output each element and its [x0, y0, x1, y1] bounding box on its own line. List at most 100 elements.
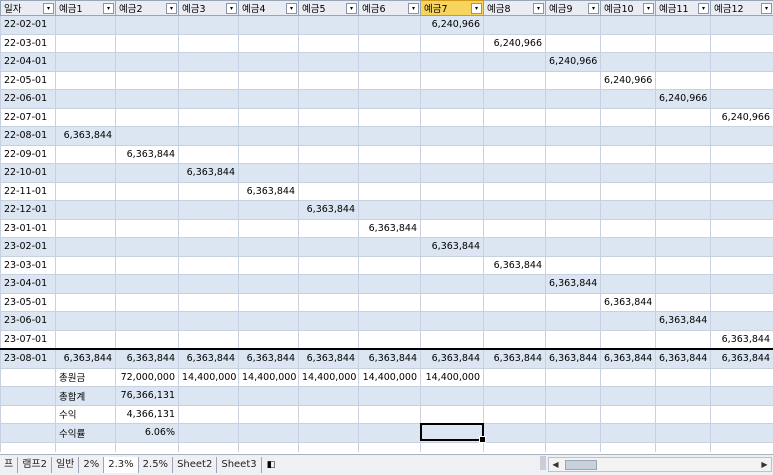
- amount-cell[interactable]: [299, 219, 359, 238]
- amount-cell[interactable]: [56, 330, 116, 349]
- filter-dropdown-icon[interactable]: ▾: [166, 3, 177, 14]
- summary-value-cell[interactable]: [179, 424, 239, 443]
- filter-dropdown-icon[interactable]: ▾: [43, 3, 54, 14]
- amount-cell[interactable]: [546, 108, 601, 127]
- amount-cell[interactable]: [601, 108, 656, 127]
- date-cell[interactable]: 22-10-01: [1, 164, 56, 183]
- amount-cell[interactable]: [601, 145, 656, 164]
- column-header-deposit-4[interactable]: 예금4▾: [239, 1, 299, 16]
- amount-cell[interactable]: [359, 16, 421, 35]
- amount-cell[interactable]: [56, 312, 116, 331]
- column-header-date[interactable]: 일자▾: [1, 1, 56, 16]
- summary-value-cell[interactable]: [299, 387, 359, 406]
- amount-cell[interactable]: [239, 275, 299, 294]
- amount-cell[interactable]: [484, 293, 546, 312]
- amount-cell[interactable]: [116, 127, 179, 146]
- summary-value-cell[interactable]: 14,400,000: [359, 368, 421, 387]
- amount-cell[interactable]: [656, 182, 711, 201]
- amount-cell[interactable]: [179, 238, 239, 257]
- amount-cell[interactable]: [359, 256, 421, 275]
- amount-cell[interactable]: [484, 71, 546, 90]
- amount-cell[interactable]: [546, 256, 601, 275]
- date-cell[interactable]: 23-01-01: [1, 219, 56, 238]
- amount-cell[interactable]: [239, 238, 299, 257]
- amount-cell[interactable]: [711, 275, 773, 294]
- amount-cell[interactable]: [299, 256, 359, 275]
- date-cell[interactable]: 22-03-01: [1, 34, 56, 53]
- amount-cell[interactable]: [359, 312, 421, 331]
- amount-cell[interactable]: [116, 53, 179, 72]
- empty-cell[interactable]: [1, 387, 56, 406]
- amount-cell[interactable]: [421, 145, 484, 164]
- empty-cell[interactable]: [1, 424, 56, 443]
- amount-cell[interactable]: [299, 127, 359, 146]
- filter-dropdown-icon[interactable]: ▾: [103, 3, 114, 14]
- amount-cell[interactable]: [116, 164, 179, 183]
- amount-cell[interactable]: [421, 90, 484, 109]
- amount-cell[interactable]: [656, 53, 711, 72]
- amount-cell[interactable]: 6,363,844: [546, 349, 601, 368]
- amount-cell[interactable]: [179, 312, 239, 331]
- amount-cell[interactable]: [359, 164, 421, 183]
- amount-cell[interactable]: 6,363,844: [239, 182, 299, 201]
- filter-dropdown-icon[interactable]: ▾: [643, 3, 654, 14]
- amount-cell[interactable]: 6,240,966: [601, 71, 656, 90]
- amount-cell[interactable]: [546, 164, 601, 183]
- horizontal-scrollbar[interactable]: ◀ ▶: [548, 457, 772, 472]
- summary-value-cell[interactable]: [711, 368, 773, 387]
- amount-cell[interactable]: [179, 127, 239, 146]
- amount-cell[interactable]: 6,363,844: [56, 127, 116, 146]
- amount-cell[interactable]: [711, 53, 773, 72]
- amount-cell[interactable]: [656, 127, 711, 146]
- amount-cell[interactable]: [546, 16, 601, 35]
- amount-cell[interactable]: [601, 127, 656, 146]
- amount-cell[interactable]: 6,363,844: [359, 349, 421, 368]
- amount-cell[interactable]: [656, 71, 711, 90]
- amount-cell[interactable]: [179, 293, 239, 312]
- amount-cell[interactable]: 6,363,844: [179, 164, 239, 183]
- amount-cell[interactable]: [656, 145, 711, 164]
- amount-cell[interactable]: [239, 164, 299, 183]
- amount-cell[interactable]: [239, 71, 299, 90]
- summary-value-cell[interactable]: [546, 424, 601, 443]
- empty-cell[interactable]: [56, 442, 116, 452]
- amount-cell[interactable]: [711, 182, 773, 201]
- column-header-deposit-6[interactable]: 예금6▾: [359, 1, 421, 16]
- amount-cell[interactable]: [421, 71, 484, 90]
- empty-cell[interactable]: [1, 442, 56, 452]
- amount-cell[interactable]: [601, 34, 656, 53]
- amount-cell[interactable]: [656, 293, 711, 312]
- amount-cell[interactable]: [601, 256, 656, 275]
- summary-value-cell[interactable]: [656, 387, 711, 406]
- amount-cell[interactable]: [484, 90, 546, 109]
- summary-value-cell[interactable]: [299, 424, 359, 443]
- amount-cell[interactable]: [656, 164, 711, 183]
- summary-value-cell[interactable]: [484, 405, 546, 424]
- amount-cell[interactable]: [56, 219, 116, 238]
- amount-cell[interactable]: [56, 108, 116, 127]
- amount-cell[interactable]: [359, 330, 421, 349]
- amount-cell[interactable]: [601, 312, 656, 331]
- filter-dropdown-icon[interactable]: ▾: [698, 3, 709, 14]
- summary-value-cell[interactable]: 6.06%: [116, 424, 179, 443]
- amount-cell[interactable]: [359, 108, 421, 127]
- amount-cell[interactable]: [546, 293, 601, 312]
- amount-cell[interactable]: [656, 256, 711, 275]
- amount-cell[interactable]: [656, 330, 711, 349]
- amount-cell[interactable]: 6,363,844: [546, 275, 601, 294]
- summary-value-cell[interactable]: [546, 405, 601, 424]
- amount-cell[interactable]: [56, 53, 116, 72]
- column-header-deposit-8[interactable]: 예금8▾: [484, 1, 546, 16]
- amount-cell[interactable]: [299, 145, 359, 164]
- amount-cell[interactable]: [239, 219, 299, 238]
- summary-value-cell[interactable]: [601, 424, 656, 443]
- amount-cell[interactable]: [359, 275, 421, 294]
- amount-cell[interactable]: [359, 71, 421, 90]
- amount-cell[interactable]: 6,363,844: [711, 349, 773, 368]
- column-header-deposit-12[interactable]: 예금12▾: [711, 1, 773, 16]
- sheet-tab[interactable]: Sheet2: [173, 457, 217, 473]
- summary-value-cell[interactable]: [421, 405, 484, 424]
- sheet-tab[interactable]: 일반: [52, 457, 79, 473]
- amount-cell[interactable]: [601, 16, 656, 35]
- amount-cell[interactable]: 6,363,844: [711, 330, 773, 349]
